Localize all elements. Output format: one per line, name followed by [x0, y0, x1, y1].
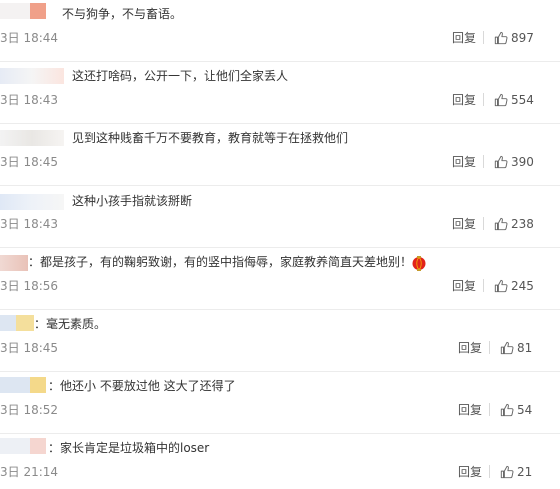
reply-button[interactable]: 回复	[452, 92, 476, 108]
comment-time: 3日 21:14	[0, 465, 59, 479]
reply-button[interactable]: 回复	[452, 216, 476, 232]
like-button[interactable]: 554	[494, 92, 534, 108]
comment-time: 3日 18:44	[0, 31, 59, 45]
comment-list: 不与狗争，不与畜语。 3日 18:44 回复 897 这还打啥码，公开一下，让他…	[0, 0, 560, 489]
blurred-username	[0, 438, 46, 454]
blurred-username	[0, 130, 64, 146]
thumbs-up-icon	[500, 465, 514, 479]
like-button[interactable]: 21	[500, 464, 532, 480]
thumbs-up-icon	[494, 217, 508, 231]
comment-text: 这种小孩手指就该掰断	[72, 194, 193, 208]
comment-item: ：他还小 不要放过他 这大了还得了 3日 18:52 回复 54	[0, 372, 560, 434]
lantern-emoji-icon	[412, 256, 426, 271]
comment-text: ：都是孩子，有的鞠躬致谢，有的竖中指侮辱，家庭教养简直天差地别！	[28, 255, 413, 269]
comment-item: 见到这种贱畜千万不要教育，教育就等于在拯救他们 3日 18:45 回复 390	[0, 124, 560, 186]
reply-button[interactable]: 回复	[452, 154, 476, 170]
comment-time: 3日 18:45	[0, 341, 59, 355]
reply-button[interactable]: 回复	[458, 402, 482, 418]
action-divider	[483, 31, 484, 44]
like-button[interactable]: 390	[494, 154, 534, 170]
comment-text: ：家长肯定是垃圾箱中的loser	[48, 441, 210, 455]
action-divider	[489, 403, 490, 416]
comment-item: ：毫无素质。 3日 18:45 回复 81	[0, 310, 560, 372]
comment-text: ：他还小 不要放过他 这大了还得了	[48, 379, 236, 393]
comment-item: ：都是孩子，有的鞠躬致谢，有的竖中指侮辱，家庭教养简直天差地别！ 3日 18:5…	[0, 248, 560, 310]
like-button[interactable]: 238	[494, 216, 534, 232]
thumbs-up-icon	[494, 31, 508, 45]
comment-item: 不与狗争，不与畜语。 3日 18:44 回复 897	[0, 0, 560, 62]
comment-time: 3日 18:43	[0, 217, 59, 231]
like-button[interactable]: 54	[500, 402, 532, 418]
blurred-username	[0, 377, 46, 393]
blurred-username	[0, 194, 64, 210]
reply-button[interactable]: 回复	[458, 340, 482, 356]
comment-item: 这还打啥码，公开一下，让他们全家丢人 3日 18:43 回复 554	[0, 62, 560, 124]
like-button[interactable]: 81	[500, 340, 532, 356]
action-divider	[483, 93, 484, 106]
comment-time: 3日 18:52	[0, 403, 59, 417]
comment-text: 这还打啥码，公开一下，让他们全家丢人	[72, 69, 289, 83]
like-count: 21	[517, 465, 533, 479]
comment-text: 见到这种贱畜千万不要教育，教育就等于在拯救他们	[72, 131, 349, 145]
comment-text: ：毫无素质。	[34, 317, 107, 331]
comment-text: 不与狗争，不与畜语。	[62, 7, 183, 21]
thumbs-up-icon	[494, 93, 508, 107]
like-count: 245	[511, 279, 534, 293]
like-count: 238	[511, 217, 534, 231]
like-count: 390	[511, 155, 534, 169]
action-divider	[483, 155, 484, 168]
like-button[interactable]: 245	[494, 278, 534, 294]
blurred-username	[0, 3, 46, 19]
like-count: 897	[511, 31, 534, 45]
comment-item: 这种小孩手指就该掰断 3日 18:43 回复 238	[0, 186, 560, 248]
thumbs-up-icon	[494, 279, 508, 293]
blurred-username	[0, 68, 64, 84]
comment-time: 3日 18:43	[0, 93, 59, 107]
action-divider	[483, 279, 484, 292]
comment-item: ：家长肯定是垃圾箱中的loser 3日 21:14 回复 21	[0, 434, 560, 489]
reply-button[interactable]: 回复	[458, 464, 482, 480]
comment-time: 3日 18:56	[0, 279, 59, 293]
thumbs-up-icon	[500, 341, 514, 355]
like-count: 54	[517, 403, 533, 417]
blurred-username	[0, 255, 28, 271]
reply-button[interactable]: 回复	[452, 278, 476, 294]
blurred-username	[0, 315, 34, 331]
thumbs-up-icon	[494, 155, 508, 169]
like-count: 554	[511, 93, 534, 107]
action-divider	[483, 217, 484, 230]
like-button[interactable]: 897	[494, 30, 534, 46]
action-divider	[489, 341, 490, 354]
thumbs-up-icon	[500, 403, 514, 417]
like-count: 81	[517, 341, 533, 355]
comment-time: 3日 18:45	[0, 155, 59, 169]
reply-button[interactable]: 回复	[452, 30, 476, 46]
action-divider	[489, 465, 490, 478]
